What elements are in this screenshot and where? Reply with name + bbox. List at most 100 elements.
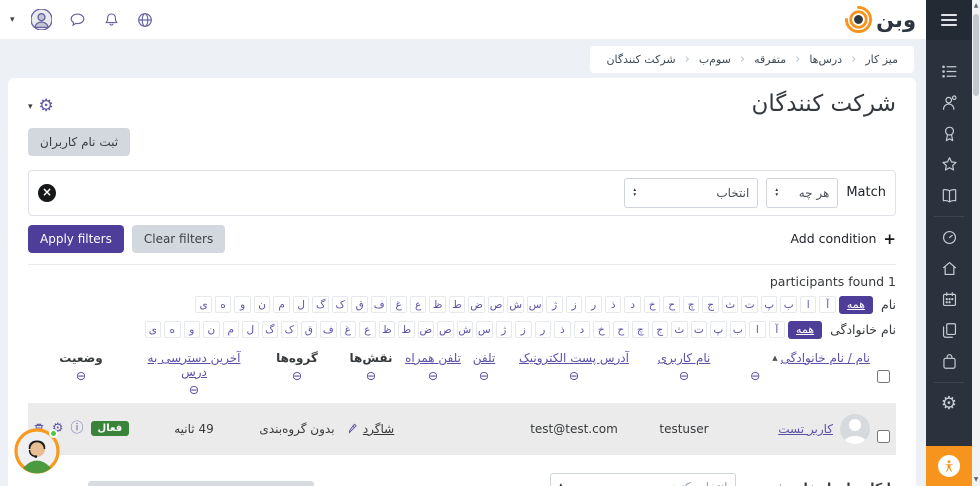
enrol-users-button[interactable]: ثبت نام کاربران (28, 128, 130, 156)
row-checkbox[interactable] (877, 430, 890, 443)
home-nav-icon[interactable] (926, 253, 972, 284)
letter-filter[interactable]: ط (449, 296, 466, 313)
select-all-checkbox[interactable] (877, 370, 890, 383)
letter-filter[interactable]: خ (593, 321, 610, 338)
competencies-nav-icon[interactable] (926, 149, 972, 180)
sortable-column-link[interactable]: تلفن (473, 351, 496, 365)
letter-filter[interactable]: و (234, 296, 251, 313)
letter-filter[interactable]: ظ (429, 296, 446, 313)
sortable-column-link[interactable]: تلفن همراه (405, 351, 461, 365)
collapse-column-icon[interactable]: ⊖ (254, 368, 340, 383)
letter-filter[interactable]: ب (730, 321, 747, 338)
letter-filter[interactable]: ص (437, 321, 454, 338)
letter-filter[interactable]: ا (749, 321, 766, 338)
letter-filter[interactable]: پ (761, 296, 778, 313)
letter-filter[interactable]: غ (390, 296, 407, 313)
letter-filter[interactable]: ژ (496, 321, 513, 338)
sortable-column-link[interactable]: نام کاربری (658, 351, 711, 365)
letter-filter[interactable]: ی (195, 296, 212, 313)
letter-filter[interactable]: ض (468, 296, 485, 313)
letter-filter[interactable]: ذ (554, 321, 571, 338)
collapse-column-icon[interactable]: ⊖ (134, 382, 254, 397)
letter-filter[interactable]: ث (671, 321, 688, 338)
grades-nav-icon[interactable] (926, 180, 972, 211)
role-link[interactable]: شاگرد (363, 422, 394, 436)
clear-filters-button[interactable]: Clear filters (132, 225, 225, 253)
user-profile-link[interactable]: کاربر تست (778, 422, 833, 436)
apply-filters-button[interactable]: Apply filters (28, 225, 124, 253)
sortable-column-link[interactable]: نام / نام خانوادگی (781, 351, 870, 365)
letter-filter[interactable]: ق (301, 321, 318, 338)
letter-filter[interactable]: ی (145, 321, 162, 338)
letter-filter[interactable]: ک (332, 296, 349, 313)
messages-icon[interactable] (68, 11, 87, 29)
letter-filter[interactable]: ل (242, 321, 259, 338)
letter-filter[interactable]: ع (410, 296, 427, 313)
letter-filter[interactable]: ف (371, 296, 388, 313)
course-sections-icon[interactable] (926, 56, 972, 87)
enrolment-info-icon[interactable]: ⓘ (71, 422, 84, 435)
support-chat-widget[interactable] (14, 428, 60, 474)
remove-filter-button[interactable]: × (38, 184, 56, 202)
actions-menu-button[interactable]: ⚙ ▾ (28, 98, 54, 115)
letter-filter[interactable]: ک (281, 321, 298, 338)
language-globe-icon[interactable] (136, 11, 154, 29)
breadcrumb-participants[interactable]: شرکت کنندگان (606, 53, 675, 66)
letter-filter[interactable]: ج (702, 296, 719, 313)
files-nav-icon[interactable] (926, 315, 972, 346)
collapse-column-icon[interactable]: ⊖ (644, 368, 724, 383)
sortable-column-link[interactable]: آخرین دسترسی به درس (148, 351, 241, 379)
breadcrumb-dashboard[interactable]: میز کار (865, 53, 898, 66)
bulk-actions-select[interactable]: انتخاب کنید... ▴▾ (550, 473, 736, 486)
letter-filter[interactable]: گ (262, 321, 279, 338)
letter-filter[interactable]: ع (359, 321, 376, 338)
user-avatar[interactable] (31, 9, 52, 30)
letter-filter[interactable]: ن (254, 296, 271, 313)
letter-filter[interactable]: ب (780, 296, 797, 313)
letter-filter[interactable]: پ (710, 321, 727, 338)
add-condition-link[interactable]: Add condition + (790, 230, 896, 248)
content-bank-nav-icon[interactable] (926, 346, 972, 377)
letter-filter[interactable]: ا (800, 296, 817, 313)
letter-filter[interactable]: ز (515, 321, 532, 338)
letter-filter[interactable]: ذ (605, 296, 622, 313)
notifications-bell-icon[interactable] (103, 11, 120, 29)
letter-filter[interactable]: د (624, 296, 641, 313)
letter-filter[interactable]: ح (663, 296, 680, 313)
edit-roles-pencil-icon[interactable] (348, 423, 359, 434)
letter-filter[interactable]: ظ (379, 321, 396, 338)
letter-filter[interactable]: غ (340, 321, 357, 338)
user-avatar[interactable] (840, 414, 870, 444)
letter-filter[interactable]: ط (398, 321, 415, 338)
sortable-column-link[interactable]: آدرس پست الکترونیک (519, 351, 629, 365)
letter-filter[interactable]: ز (566, 296, 583, 313)
scroll-down-icon[interactable]: ▼ (972, 474, 980, 486)
breadcrumb-courses[interactable]: درس‌ها (809, 53, 842, 66)
accessibility-button[interactable] (926, 446, 972, 486)
letter-filter[interactable]: ح (613, 321, 630, 338)
filter-condition-select[interactable]: انتخاب ▴▾ (624, 178, 758, 208)
letter-filter[interactable]: ه (164, 321, 181, 338)
letter-filter[interactable]: س (527, 296, 544, 313)
letter-filter[interactable]: آ (819, 296, 836, 313)
letter-filter[interactable]: ن (203, 321, 220, 338)
collapse-column-icon[interactable]: ⊖ (402, 368, 464, 383)
letter-filter[interactable]: ش (507, 296, 524, 313)
letter-filter[interactable]: چ (683, 296, 700, 313)
collapse-column-icon[interactable]: ⊖ (504, 368, 644, 383)
scrollbar-thumb[interactable] (973, 14, 979, 96)
letter-filter[interactable]: ق (351, 296, 368, 313)
letter-filter[interactable]: م (223, 321, 240, 338)
letter-filter[interactable]: ش (457, 321, 474, 338)
letter-filter[interactable]: ج (652, 321, 669, 338)
dashboard-nav-icon[interactable] (926, 222, 972, 253)
letter-filter[interactable]: خ (644, 296, 661, 313)
letter-filter[interactable]: ف (320, 321, 337, 338)
letter-filter[interactable]: ث (722, 296, 739, 313)
letter-filter[interactable]: ر (585, 296, 602, 313)
letter-filter[interactable]: آ (769, 321, 786, 338)
letter-filter[interactable]: ت (741, 296, 758, 313)
collapse-column-icon[interactable]: ⊖ (464, 368, 504, 383)
letter-filter[interactable]: ض (418, 321, 435, 338)
collapse-column-icon[interactable]: ⊖ (724, 368, 870, 383)
